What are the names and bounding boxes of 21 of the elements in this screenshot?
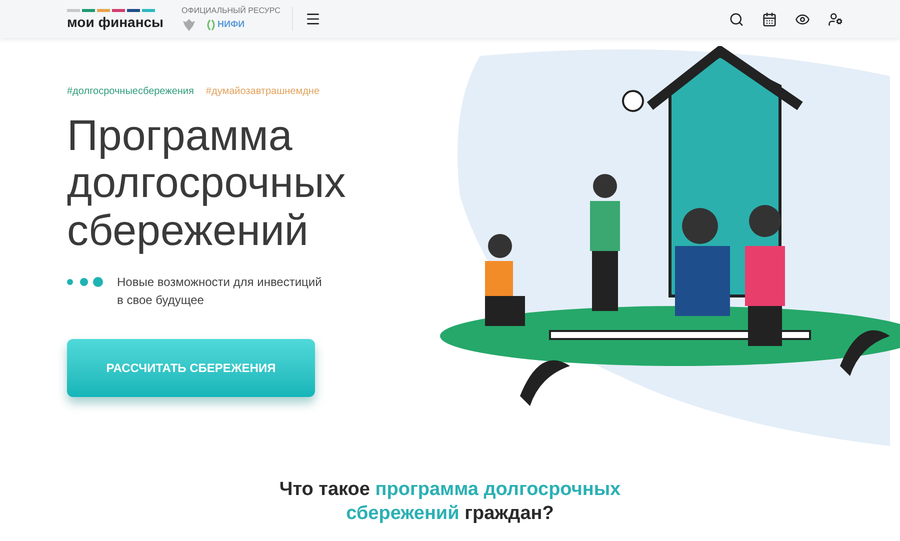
emblem-icon [182, 18, 196, 32]
heading-text: Что такое [279, 479, 370, 500]
hero-title: Программа долгосрочных сбережений [67, 113, 347, 255]
calculate-savings-button[interactable]: РАССЧИТАТЬ СБЕРЕЖЕНИЯ [67, 338, 315, 397]
logo-text[interactable]: мои финансы [67, 15, 164, 29]
highlighted-heading-text: сбережений [346, 503, 460, 524]
heading-text: граждан? [464, 503, 554, 524]
menu-button[interactable] [305, 11, 322, 27]
logo-stripe-icon [67, 9, 155, 12]
leaf-wreath-icon [206, 18, 216, 30]
hero-subtitle: Новые возможности для инвестиций в свое будущее [117, 274, 322, 309]
official-resource-caption: ОФИЦИАЛЬНЫЙ РЕСУРС [182, 6, 280, 14]
hashtag-link[interactable]: #долгосрочныесбережения [67, 84, 194, 99]
three-dots-icon [67, 276, 103, 287]
search-button[interactable] [729, 12, 744, 26]
partner-logo-text: НИФИ [218, 18, 245, 31]
calendar-button[interactable] [762, 12, 777, 26]
account-button[interactable] [828, 12, 843, 26]
highlighted-heading-text: программа долгосрочных [375, 479, 621, 500]
visibility-button[interactable] [795, 12, 810, 26]
hashtag-link[interactable]: #думайозавтрашнемдне [206, 84, 320, 99]
